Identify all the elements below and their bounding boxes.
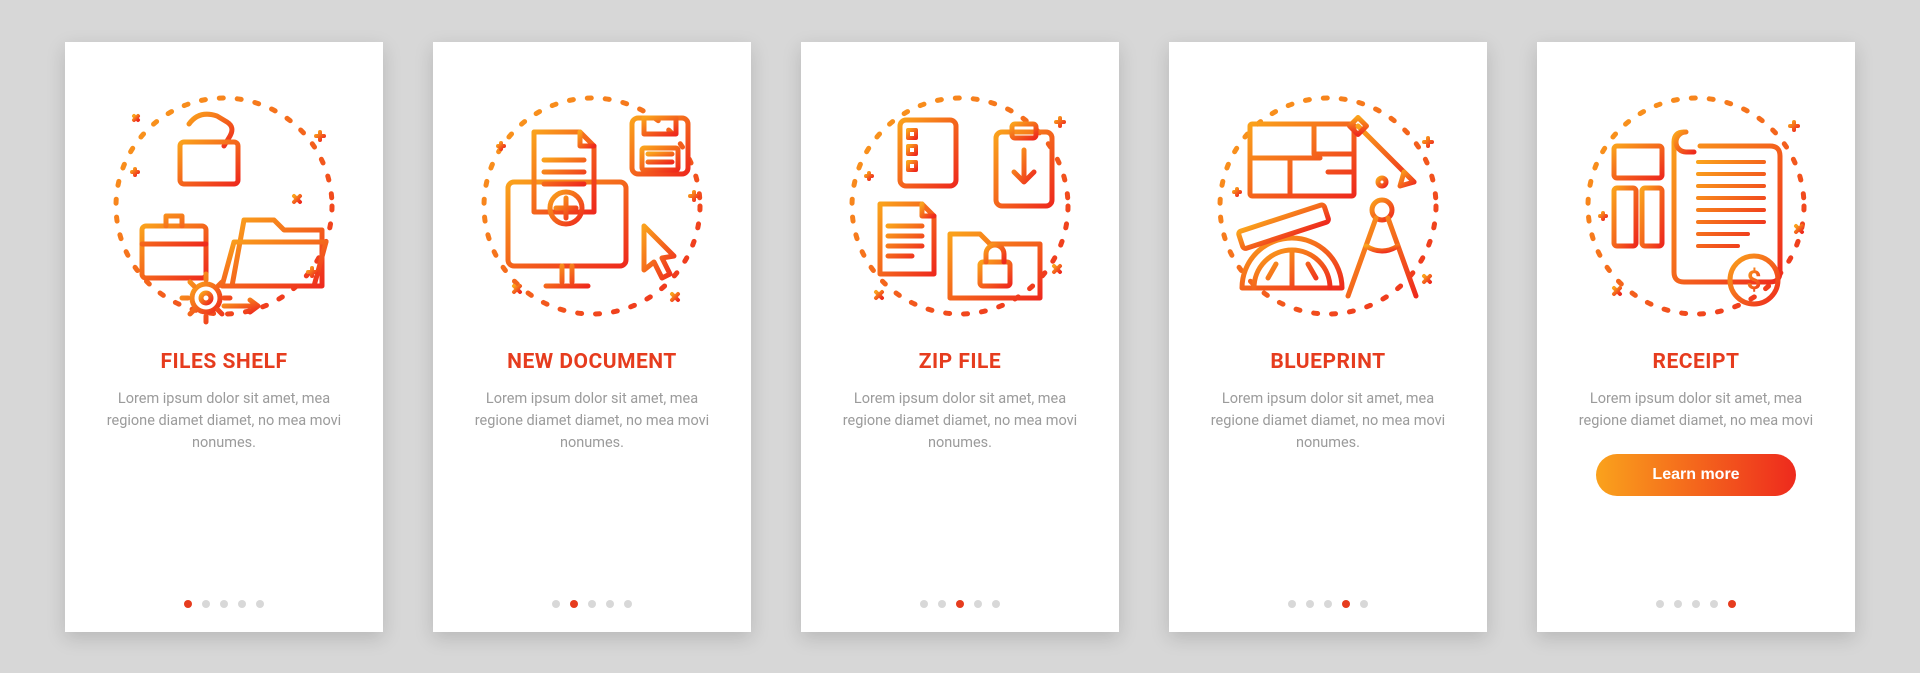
learn-more-button[interactable]: Learn more (1596, 454, 1796, 496)
dot-4[interactable] (1342, 600, 1350, 608)
card-title: Files shelf (161, 350, 288, 374)
dot-4[interactable] (974, 600, 982, 608)
onboarding-card-files-shelf: Files shelf Lorem ipsum dolor sit amet, … (65, 42, 383, 632)
dot-4[interactable] (606, 600, 614, 608)
zip-file-icon (830, 76, 1090, 336)
pagination-dots (433, 600, 751, 608)
dot-5[interactable] (624, 600, 632, 608)
dot-5[interactable] (256, 600, 264, 608)
dot-3[interactable] (956, 600, 964, 608)
card-title: New document (507, 350, 677, 374)
pagination-dots (1169, 600, 1487, 608)
onboarding-card-blueprint: Blueprint Lorem ipsum dolor sit amet, me… (1169, 42, 1487, 632)
new-document-icon (462, 76, 722, 336)
pagination-dots (65, 600, 383, 608)
files-shelf-icon (94, 76, 354, 336)
card-title: Zip file (919, 350, 1001, 374)
card-description: Lorem ipsum dolor sit amet, mea regione … (461, 388, 723, 455)
onboarding-card-receipt: $ Receipt Lorem ipsum dolor sit amet, me… (1537, 42, 1855, 632)
dot-3[interactable] (588, 600, 596, 608)
dot-2[interactable] (1674, 600, 1682, 608)
dot-1[interactable] (920, 600, 928, 608)
pagination-dots (801, 600, 1119, 608)
dot-2[interactable] (202, 600, 210, 608)
dot-4[interactable] (1710, 600, 1718, 608)
onboarding-card-new-document: New document Lorem ipsum dolor sit amet,… (433, 42, 751, 632)
svg-text:$: $ (1747, 266, 1762, 296)
card-description: Lorem ipsum dolor sit amet, mea regione … (93, 388, 355, 455)
dot-2[interactable] (938, 600, 946, 608)
card-title: Receipt (1652, 350, 1739, 374)
dot-3[interactable] (1324, 600, 1332, 608)
receipt-icon: $ (1566, 76, 1826, 336)
dot-4[interactable] (238, 600, 246, 608)
card-title: Blueprint (1270, 350, 1385, 374)
dot-2[interactable] (1306, 600, 1314, 608)
blueprint-icon (1198, 76, 1458, 336)
dot-1[interactable] (184, 600, 192, 608)
dot-1[interactable] (1656, 600, 1664, 608)
dot-2[interactable] (570, 600, 578, 608)
dot-3[interactable] (1692, 600, 1700, 608)
card-description: Lorem ipsum dolor sit amet, mea regione … (1565, 388, 1827, 433)
card-description: Lorem ipsum dolor sit amet, mea regione … (1197, 388, 1459, 455)
dot-5[interactable] (1360, 600, 1368, 608)
onboarding-card-zip-file: Zip file Lorem ipsum dolor sit amet, mea… (801, 42, 1119, 632)
card-description: Lorem ipsum dolor sit amet, mea regione … (829, 388, 1091, 455)
dot-5[interactable] (1728, 600, 1736, 608)
dot-1[interactable] (552, 600, 560, 608)
dot-5[interactable] (992, 600, 1000, 608)
pagination-dots (1537, 600, 1855, 608)
dot-1[interactable] (1288, 600, 1296, 608)
dot-3[interactable] (220, 600, 228, 608)
